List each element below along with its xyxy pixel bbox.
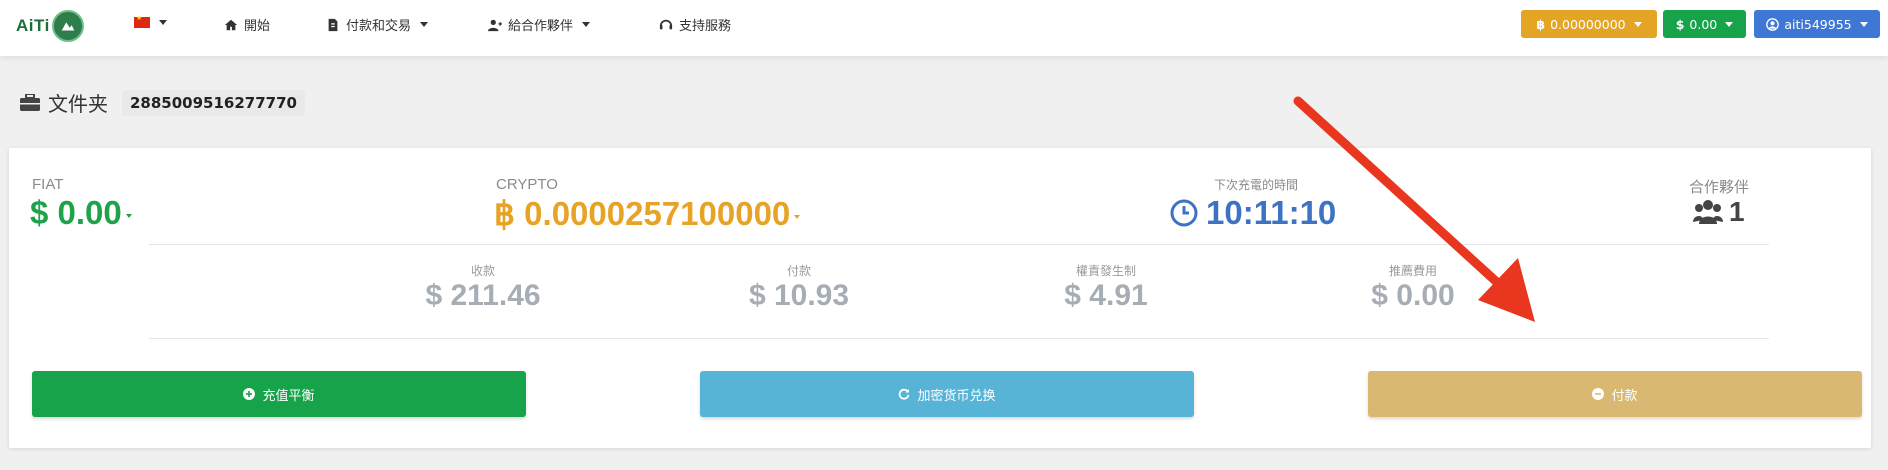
minus-circle-icon <box>1592 388 1605 400</box>
chevron-down-icon <box>1633 21 1642 27</box>
nav-item-home[interactable]: 開始 <box>224 15 270 34</box>
referral-fee-value: $ 0.00 <box>1371 279 1455 312</box>
crypto-value: 0.0000257100000 <box>524 194 791 232</box>
nav-item-label: 給合作夥伴 <box>508 19 574 34</box>
fiat-balance-display[interactable]: $ 0.00 <box>30 194 132 232</box>
crypto-exchange-button-label: 加密货币兑换 <box>917 388 996 404</box>
fiat-balance-value: 0.00 <box>1689 16 1718 32</box>
paid-value: $ 10.93 <box>748 279 850 312</box>
nav-item-label: 開始 <box>244 19 271 34</box>
dollar-icon: $ <box>1675 16 1685 32</box>
clock-icon <box>1170 199 1198 227</box>
deposit-button-label: 充值平衡 <box>262 388 315 404</box>
chevron-down-icon <box>125 214 132 218</box>
crypto-balance-dropdown[interactable]: ฿ 0.00000000 <box>1521 10 1657 38</box>
wallet-id: 2885009516277770 <box>122 89 305 116</box>
partners-display: 1 <box>1693 196 1745 228</box>
cn-flag-icon <box>134 14 150 28</box>
home-icon <box>224 19 238 30</box>
paid-label: 付款 <box>786 264 811 278</box>
partners-count: 1 <box>1729 196 1745 227</box>
nav-item-label: 支持服務 <box>679 19 732 34</box>
logo-text: AiTi <box>16 16 50 35</box>
chevron-down-icon <box>1725 21 1734 27</box>
users-icon <box>1693 200 1723 224</box>
fiat-value: 0.00 <box>57 194 122 231</box>
next-charge-display: 10:11:10 <box>1170 194 1336 232</box>
deposit-button[interactable]: 充值平衡 <box>32 371 526 417</box>
username: aiti549955 <box>1784 16 1852 32</box>
crypto-label: CRYPTO <box>496 176 558 193</box>
chevron-down-icon <box>420 22 429 27</box>
page-title: 文件夹 <box>48 92 108 116</box>
user-plus-icon <box>488 19 502 31</box>
bitcoin-icon: ฿ <box>1536 16 1546 32</box>
pay-button-label: 付款 <box>1611 388 1638 404</box>
chevron-down-icon <box>794 214 801 219</box>
crypto-balance-display[interactable]: ฿ 0.0000257100000 <box>494 194 801 233</box>
headset-icon <box>659 19 673 29</box>
nav-item-support[interactable]: 支持服務 <box>659 15 731 34</box>
balance-card: FIAT $ 0.00 CRYPTO ฿ 0.0000257100000 下次充… <box>9 148 1871 448</box>
fiat-label: FIAT <box>32 176 64 193</box>
bitcoin-icon: ฿ <box>494 195 525 232</box>
top-navbar: AiTi 開始 付款和交易 給合作夥伴 支持服務 ฿ 0.00000000 $ … <box>0 0 1888 56</box>
chevron-down-icon <box>1859 21 1868 27</box>
refresh-icon <box>899 388 910 400</box>
chevron-down-icon <box>159 20 167 25</box>
briefcase-icon <box>20 93 40 111</box>
next-charge-label: 下次充電的時間 <box>1214 178 1299 192</box>
logo-mark-icon <box>51 10 84 42</box>
dollar-icon: $ <box>30 194 58 231</box>
user-circle-icon <box>1766 17 1780 31</box>
accrual-value: $ 4.91 <box>1064 279 1148 312</box>
fiat-balance-dropdown[interactable]: $ 0.00 <box>1663 10 1746 38</box>
crypto-balance-value: 0.00000000 <box>1550 16 1626 32</box>
page-header: 文件夹 2885009516277770 <box>20 88 305 117</box>
received-value: $ 211.46 <box>425 279 541 312</box>
nav-item-label: 付款和交易 <box>346 19 412 34</box>
divider <box>149 244 1769 245</box>
user-menu-dropdown[interactable]: aiti549955 <box>1754 10 1880 38</box>
next-charge-time: 10:11:10 <box>1206 194 1337 231</box>
partners-label: 合作夥伴 <box>1689 179 1750 196</box>
divider <box>149 338 1769 339</box>
nav-item-partners[interactable]: 給合作夥伴 <box>488 15 591 34</box>
language-selector[interactable] <box>134 14 167 28</box>
received-label: 收款 <box>470 264 495 278</box>
logo[interactable]: AiTi <box>16 10 84 42</box>
accrual-label: 權責發生制 <box>1075 264 1136 278</box>
nav-item-payments[interactable]: 付款和交易 <box>326 15 429 34</box>
pay-button[interactable]: 付款 <box>1368 371 1862 417</box>
plus-circle-icon <box>243 388 256 400</box>
referral-fee-label: 推薦費用 <box>1388 264 1437 278</box>
file-icon <box>328 18 338 31</box>
chevron-down-icon <box>582 22 591 27</box>
crypto-exchange-button[interactable]: 加密货币兑换 <box>700 371 1194 417</box>
